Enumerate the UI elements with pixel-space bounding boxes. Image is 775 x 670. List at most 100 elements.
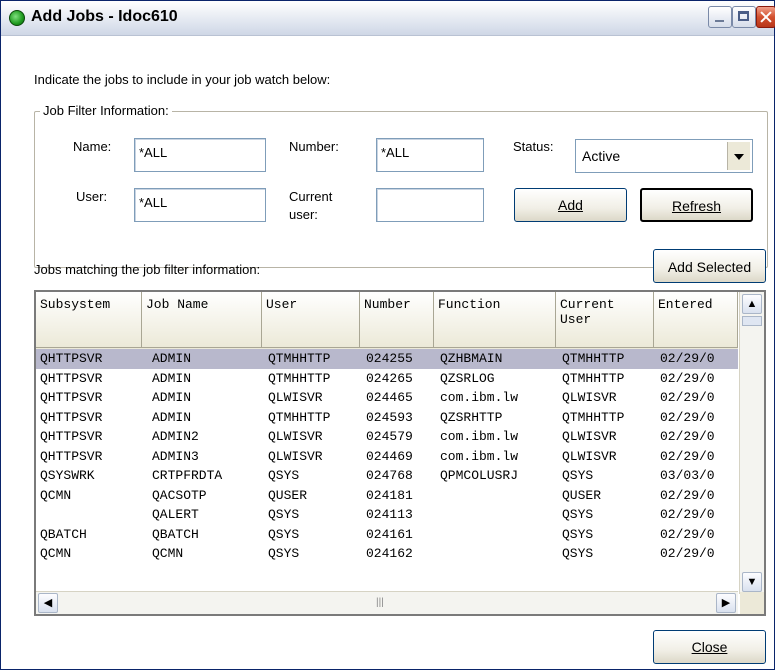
cell-number: 024113 (366, 507, 413, 522)
current-user-input[interactable] (376, 188, 484, 222)
title-bar[interactable]: Add Jobs - Idoc610 (1, 1, 775, 36)
cell-job-name: QBATCH (152, 526, 199, 542)
cell-number: 024255 (366, 351, 413, 366)
cell-job-name: ADMIN (152, 409, 192, 425)
table-row[interactable]: QSYSWRK CRTPFRDTA QSYS 024768 QPMCOLUSRJ QSYS… (36, 466, 738, 486)
cell-entered: 02/29/0 (660, 409, 715, 425)
cell-subsystem: QCMN (40, 487, 72, 503)
cell-user: QLWISVR (268, 429, 323, 444)
cell-user: QSYS (268, 526, 300, 542)
cell-user: QUSER (268, 487, 308, 503)
dialog-body: Indicate the jobs to include in your job… (1, 36, 774, 669)
cell-current-user: QUSER (562, 487, 602, 503)
user-input[interactable]: *ALL (134, 188, 266, 222)
cell-entered: 02/29/0 (660, 546, 715, 561)
vertical-scroll-thumb[interactable] (742, 316, 762, 326)
cell-entered: 03/03/0 (660, 468, 715, 483)
cell-number: 024265 (366, 370, 413, 386)
table-row[interactable]: QHTTPSVR ADMIN QTMHHTTP 024265 QZSRLOG QTMHHT… (36, 369, 738, 389)
column-header-function[interactable]: Function (434, 292, 556, 348)
cell-subsystem: QHTTPSVR (40, 448, 103, 464)
cell-function: QZSRHTTP (440, 409, 503, 425)
cell-job-name: CRTPFRDTA (152, 468, 223, 483)
column-header-current-user[interactable]: Current User (556, 292, 654, 348)
cell-entered: 02/29/0 (660, 429, 715, 444)
cell-number: 024593 (366, 409, 413, 425)
cell-user: QTMHHTTP (268, 370, 331, 386)
cell-job-name: ADMIN2 (152, 429, 199, 444)
vertical-scrollbar[interactable]: ▲ ▼ (739, 292, 764, 594)
name-input[interactable]: *ALL (134, 138, 266, 172)
intro-text: Indicate the jobs to include in your job… (34, 72, 331, 87)
cell-subsystem: QCMN (40, 546, 72, 561)
horizontal-scrollbar[interactable]: ◀ ||| ▶ (36, 591, 738, 614)
table-row[interactable]: QHTTPSVR ADMIN QTMHHTTP 024593 QZSRHTTP QTMHH… (36, 408, 738, 428)
cell-entered: 02/29/0 (660, 351, 715, 366)
cell-function: QPMCOLUSRJ (440, 468, 519, 483)
cell-entered: 02/29/0 (660, 370, 715, 386)
close-window-button[interactable] (756, 6, 775, 28)
cell-subsystem: QHTTPSVR (40, 409, 103, 425)
column-header-user[interactable]: User (262, 292, 360, 348)
status-value: Active (582, 148, 621, 164)
cell-subsystem: QBATCH (40, 526, 87, 542)
status-select[interactable]: Active (575, 139, 753, 173)
name-label: Name: (73, 139, 112, 154)
cell-number: 024181 (366, 487, 413, 503)
horizontal-scroll-grip-icon: ||| (376, 597, 384, 608)
column-header-subsystem[interactable]: Subsystem (36, 292, 142, 348)
cell-job-name: ADMIN3 (152, 448, 199, 464)
status-label: Status: (513, 139, 554, 154)
maximize-button[interactable] (732, 6, 756, 28)
table-row[interactable]: QHTTPSVR ADMIN QLWISVR 024465 com.ibm.lw QLWI… (36, 388, 738, 408)
table-row[interactable]: QHTTPSVR ADMIN2 QLWISVR 024579 com.ibm.lw QLW… (36, 427, 738, 447)
dropdown-arrow-icon[interactable] (727, 142, 750, 170)
cell-current-user: QLWISVR (562, 390, 617, 405)
table-row[interactable]: QBATCH QBATCH QSYS 024161 QSYS 02/29/0 (36, 525, 738, 545)
cell-job-name: QALERT (152, 507, 199, 522)
add-selected-button[interactable]: Add Selected (653, 249, 766, 283)
cell-subsystem: QHTTPSVR (40, 370, 103, 386)
column-header-job-name[interactable]: Job Name (142, 292, 262, 348)
scroll-up-icon[interactable]: ▲ (742, 294, 762, 314)
job-filter-legend: Job Filter Information: (40, 103, 172, 118)
cell-job-name: ADMIN (152, 390, 192, 405)
cell-user: QTMHHTTP (268, 351, 331, 366)
scroll-left-icon[interactable]: ◀ (38, 593, 58, 613)
cell-number: 024161 (366, 526, 413, 542)
cell-user: QSYS (268, 468, 300, 483)
refresh-button[interactable]: Refresh (640, 188, 753, 222)
current-user-label-line2: user: (289, 207, 318, 222)
close-button[interactable]: Close (653, 630, 766, 664)
jobs-table[interactable]: Subsystem Job Name User Number Function … (34, 290, 766, 616)
table-row[interactable]: QHTTPSVR ADMIN3 QLWISVR 024469 com.ibm.lw QLW… (36, 447, 738, 467)
cell-current-user: QTMHHTTP (562, 409, 625, 425)
minimize-button[interactable] (708, 6, 732, 28)
column-header-entered[interactable]: Entered (654, 292, 738, 348)
window-title: Add Jobs - Idoc610 (31, 8, 178, 25)
cell-current-user: QLWISVR (562, 429, 617, 444)
cell-number: 024162 (366, 546, 413, 561)
cell-current-user: QSYS (562, 507, 594, 522)
scroll-right-icon[interactable]: ▶ (716, 593, 736, 613)
cell-job-name: QCMN (152, 546, 184, 561)
cell-number: 024579 (366, 429, 413, 444)
app-icon (9, 10, 25, 26)
number-label: Number: (289, 139, 339, 154)
column-header-number[interactable]: Number (360, 292, 434, 348)
cell-job-name: QACSOTP (152, 487, 207, 503)
table-row[interactable]: QCMN QCMN QSYS 024162 QSYS 02/29/0 (36, 544, 738, 564)
cell-subsystem: QSYSWRK (40, 468, 95, 483)
cell-user: QSYS (268, 546, 300, 561)
cell-function: com.ibm.lw (440, 448, 519, 464)
current-user-label-line1: Current (289, 189, 333, 204)
number-input[interactable]: *ALL (376, 138, 484, 172)
matching-jobs-label: Jobs matching the job filter information… (34, 262, 261, 277)
add-button[interactable]: Add (514, 188, 627, 222)
table-row[interactable]: QALERT QSYS 024113 QSYS 02/29/0 (36, 505, 738, 525)
scroll-down-icon[interactable]: ▼ (742, 572, 762, 592)
cell-entered: 02/29/0 (660, 390, 715, 405)
table-row[interactable]: QHTTPSVR ADMIN QTMHHTTP 024255 QZHBMAIN QTMHH… (36, 349, 738, 369)
table-row[interactable]: QCMN QACSOTP QUSER 024181 QUSER 02/29/0 (36, 486, 738, 506)
cell-current-user: QTMHHTTP (562, 351, 625, 366)
